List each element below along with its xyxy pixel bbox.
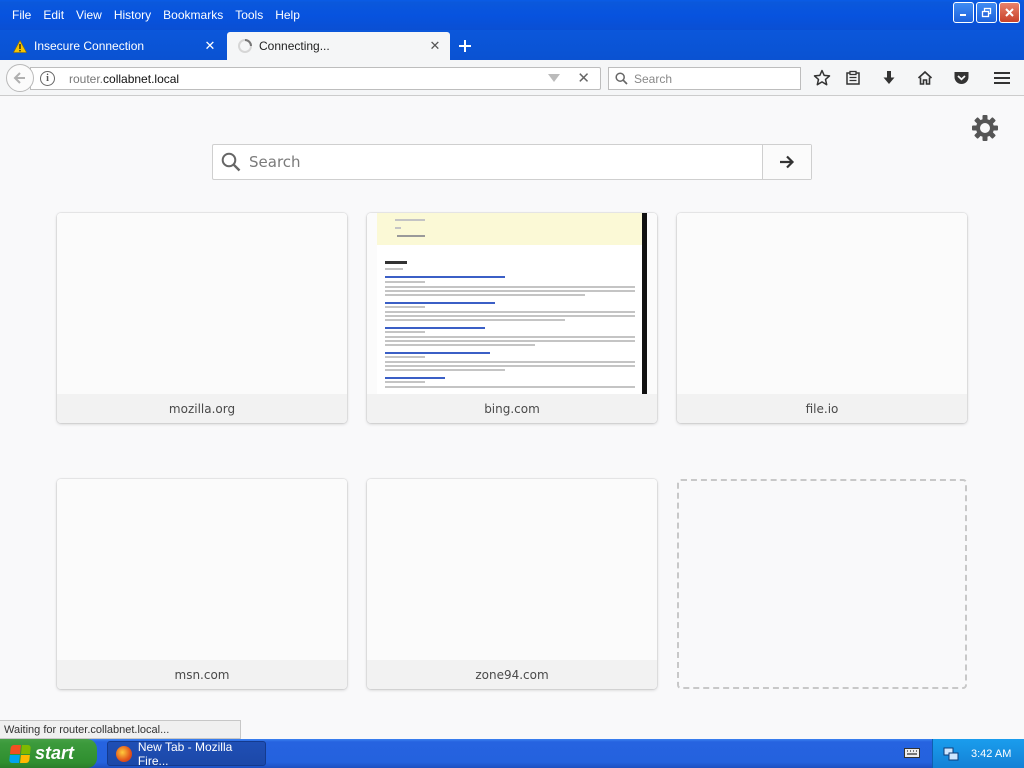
tile-caption: mozilla.org xyxy=(57,394,347,423)
menu-file[interactable]: File xyxy=(6,5,37,25)
search-go-button[interactable] xyxy=(762,145,811,179)
star-icon xyxy=(813,69,831,86)
bing-results-thumbnail xyxy=(377,213,647,394)
start-button[interactable]: start xyxy=(0,739,97,768)
close-tab-icon[interactable]: ✕ xyxy=(203,39,217,53)
newtab-search-input[interactable] xyxy=(249,153,729,171)
search-input[interactable] xyxy=(634,71,784,86)
newtab-search-field[interactable] xyxy=(213,145,762,179)
network-icon[interactable] xyxy=(943,746,959,762)
top-site-tile[interactable]: zone94.com xyxy=(367,479,657,689)
home-icon xyxy=(917,70,933,85)
bookmark-star-button[interactable] xyxy=(812,68,832,88)
url-text[interactable]: router.collabnet.local xyxy=(69,72,179,86)
minimize-button[interactable] xyxy=(953,2,974,23)
newtab-search-box xyxy=(212,144,812,180)
tab-strip: Insecure Connection ✕ Connecting... ✕ xyxy=(0,30,1024,60)
top-site-tile[interactable]: bing.com xyxy=(367,213,657,423)
window-controls xyxy=(953,2,1020,23)
menu-tools[interactable]: Tools xyxy=(229,5,269,25)
restore-icon xyxy=(981,7,992,18)
taskbar: start New Tab - Mozilla Fire... 3:42 AM xyxy=(0,739,1024,768)
back-arrow-icon xyxy=(13,72,25,84)
tile-caption: msn.com xyxy=(57,660,347,689)
menu-help[interactable]: Help xyxy=(269,5,306,25)
menu-history[interactable]: History xyxy=(108,5,157,25)
top-site-tile[interactable]: mozilla.org xyxy=(57,213,347,423)
home-button[interactable] xyxy=(915,68,935,88)
pocket-icon xyxy=(954,72,968,84)
taskbar-item-firefox[interactable]: New Tab - Mozilla Fire... xyxy=(107,739,266,768)
restore-button[interactable] xyxy=(976,2,997,23)
open-menu-button[interactable] xyxy=(992,68,1012,88)
tile-caption: bing.com xyxy=(367,394,657,423)
tab-connecting[interactable]: Connecting... ✕ xyxy=(227,32,450,60)
url-bar[interactable]: i router.collabnet.local ✕ xyxy=(30,67,601,90)
arrow-right-icon xyxy=(780,155,795,169)
firefox-icon xyxy=(116,745,132,762)
top-site-tile[interactable]: msn.com xyxy=(57,479,347,689)
search-bar[interactable] xyxy=(608,67,801,90)
tab-label: Connecting... xyxy=(259,39,330,53)
close-window-button[interactable] xyxy=(999,2,1020,23)
close-tab-icon[interactable]: ✕ xyxy=(428,39,442,53)
hamburger-menu-icon xyxy=(994,72,1010,84)
start-label: start xyxy=(35,743,75,763)
menu-edit[interactable]: Edit xyxy=(37,5,70,25)
minimize-icon xyxy=(960,14,966,16)
stop-loading-icon[interactable]: ✕ xyxy=(577,69,590,87)
tile-caption: zone94.com xyxy=(367,660,657,689)
close-icon xyxy=(1005,8,1014,17)
search-icon xyxy=(615,72,628,85)
tile-thumbnail xyxy=(677,213,967,394)
gear-icon[interactable] xyxy=(971,114,999,142)
menu-bar: File Edit View History Bookmarks Tools H… xyxy=(0,5,306,25)
navigation-toolbar: i router.collabnet.local ✕ xyxy=(0,60,1024,96)
url-dropdown-icon[interactable] xyxy=(548,74,560,82)
reading-list-button[interactable] xyxy=(843,68,863,88)
tile-thumbnail xyxy=(57,479,347,660)
menu-view[interactable]: View xyxy=(70,5,108,25)
status-bar: Waiting for router.collabnet.local... xyxy=(0,720,241,739)
url-prefix: router. xyxy=(69,72,104,86)
download-arrow-icon xyxy=(883,71,895,84)
tab-label: Insecure Connection xyxy=(34,39,145,53)
tile-thumbnail xyxy=(367,213,657,394)
tile-thumbnail xyxy=(367,479,657,660)
pocket-button[interactable] xyxy=(951,68,971,88)
warning-icon xyxy=(12,38,28,54)
taskbar-item-label: New Tab - Mozilla Fire... xyxy=(137,739,233,768)
empty-tile-slot xyxy=(677,479,967,689)
downloads-button[interactable] xyxy=(879,68,899,88)
new-tab-button[interactable] xyxy=(452,32,478,60)
keyboard-icon[interactable] xyxy=(904,746,920,760)
menu-bookmarks[interactable]: Bookmarks xyxy=(157,5,229,25)
url-domain: collabnet.local xyxy=(103,72,180,86)
search-icon xyxy=(221,152,241,172)
back-button[interactable] xyxy=(6,64,34,92)
title-bar: File Edit View History Bookmarks Tools H… xyxy=(0,0,1024,30)
system-tray: 3:42 AM xyxy=(932,739,1024,768)
plus-icon xyxy=(459,40,471,52)
tile-thumbnail xyxy=(57,213,347,394)
top-site-tile[interactable]: file.io xyxy=(677,213,967,423)
windows-logo-icon xyxy=(9,744,31,763)
tab-insecure-connection[interactable]: Insecure Connection ✕ xyxy=(2,32,225,60)
clock[interactable]: 3:42 AM xyxy=(971,748,1011,760)
tile-caption: file.io xyxy=(677,394,967,423)
info-icon[interactable]: i xyxy=(40,71,55,86)
new-tab-page: mozilla.org xyxy=(0,97,1024,719)
loading-spinner-icon xyxy=(237,38,253,54)
clipboard-icon xyxy=(846,70,860,85)
